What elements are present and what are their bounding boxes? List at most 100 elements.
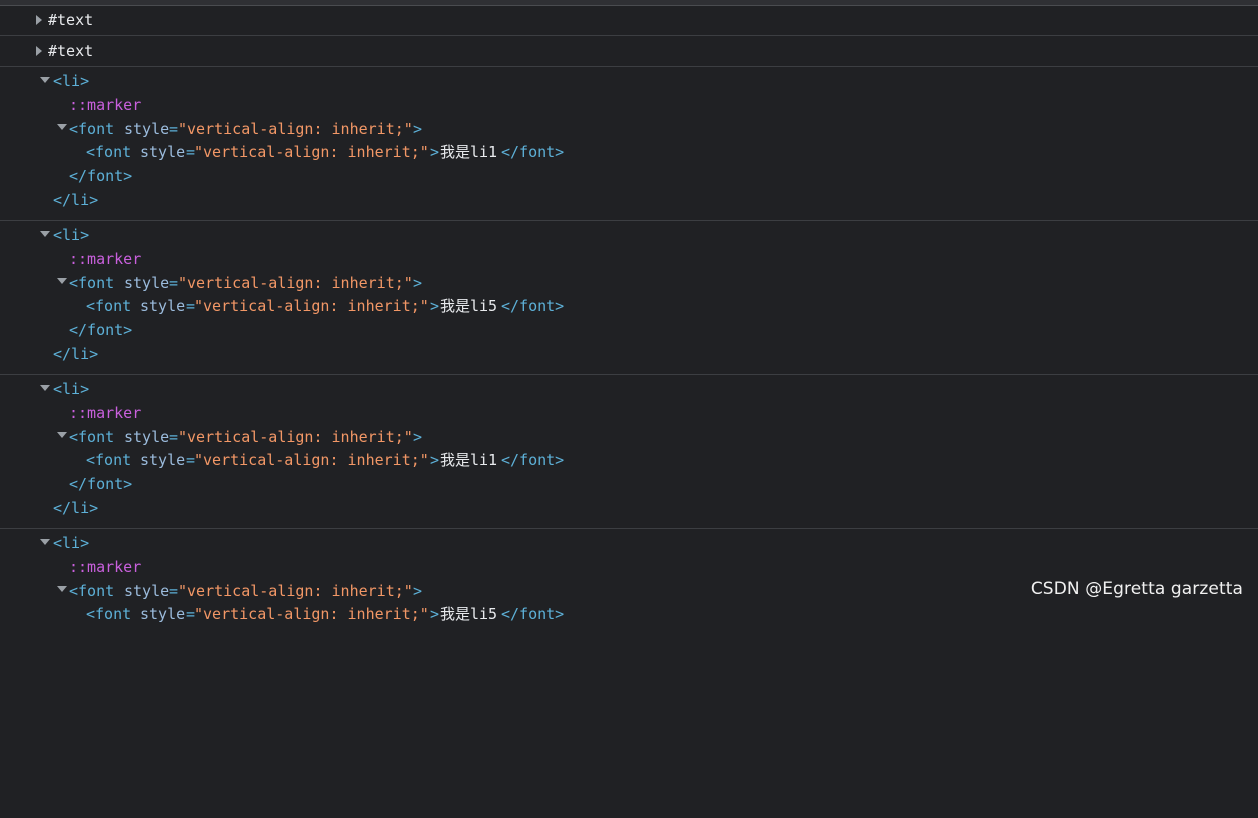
outer-font-close-line[interactable]: </font> bbox=[0, 473, 1258, 497]
li-element[interactable]: <li> ::marker <font style = "vertical-al… bbox=[0, 224, 1258, 375]
text-node[interactable]: #text bbox=[0, 5, 1258, 36]
li-open-line[interactable]: <li> bbox=[0, 70, 1258, 94]
inner-font-line[interactable]: <font style = "vertical-align: inherit;"… bbox=[0, 141, 1258, 165]
marker-line[interactable]: ::marker bbox=[0, 94, 1258, 118]
attr-name: style bbox=[124, 581, 170, 600]
outer-font-close-line[interactable]: </font> bbox=[0, 165, 1258, 189]
marker-pseudo: ::marker bbox=[69, 557, 142, 576]
text-content: 我是li1 bbox=[440, 451, 498, 470]
tag-close-bracket: > bbox=[430, 451, 440, 470]
font-open-tag: <font bbox=[69, 273, 115, 292]
li-open-line[interactable]: <li> bbox=[0, 224, 1258, 248]
attr-value: "vertical-align: inherit;" bbox=[194, 605, 429, 624]
font-close-tag: </font> bbox=[501, 605, 565, 624]
li-open-tag: <li> bbox=[53, 534, 90, 552]
tag-close-bracket: > bbox=[413, 119, 423, 138]
li-open-tag: <li> bbox=[53, 226, 90, 244]
font-open-tag: <font bbox=[69, 427, 115, 446]
attr-value: "vertical-align: inherit;" bbox=[178, 427, 413, 446]
collapse-triangle-down-icon[interactable] bbox=[57, 432, 67, 439]
attr-value: "vertical-align: inherit;" bbox=[194, 143, 429, 162]
inner-font-line[interactable]: <font style = "vertical-align: inherit;"… bbox=[0, 295, 1258, 319]
font-open-tag: <font bbox=[86, 451, 132, 470]
font-open-tag: <font bbox=[86, 297, 132, 316]
attr-name: style bbox=[140, 605, 186, 624]
text-node[interactable]: #text bbox=[0, 36, 1258, 67]
marker-line[interactable]: ::marker bbox=[0, 248, 1258, 272]
li-close-line[interactable]: </li> bbox=[0, 189, 1258, 213]
attr-name: style bbox=[124, 119, 170, 138]
tag-close-bracket: > bbox=[430, 143, 440, 162]
tree-line[interactable]: #text bbox=[0, 5, 1258, 35]
font-open-tag: <font bbox=[86, 143, 132, 162]
font-close-tag: </font> bbox=[69, 167, 133, 186]
font-open-tag: <font bbox=[69, 119, 115, 138]
collapse-triangle-down-icon[interactable] bbox=[40, 384, 50, 391]
text-content: 我是li5 bbox=[440, 605, 498, 624]
marker-line[interactable]: ::marker bbox=[0, 556, 1258, 580]
attr-name: style bbox=[140, 451, 186, 470]
inner-font-line[interactable]: <font style = "vertical-align: inherit;"… bbox=[0, 449, 1258, 473]
attr-eq: = bbox=[169, 119, 179, 138]
li-element[interactable]: <li> ::marker <font style = "vertical-al… bbox=[0, 532, 1258, 683]
font-close-tag: </font> bbox=[501, 143, 565, 162]
tag-close-bracket: > bbox=[413, 581, 423, 600]
font-close-tag: </font> bbox=[501, 451, 565, 470]
font-open-tag: <font bbox=[69, 581, 115, 600]
attr-eq: = bbox=[169, 273, 179, 292]
li-element[interactable]: <li> ::marker <font style = "vertical-al… bbox=[0, 378, 1258, 529]
li-open-tag: <li> bbox=[53, 380, 90, 398]
font-close-tag: </font> bbox=[69, 475, 133, 494]
li-close-line[interactable]: </li> bbox=[0, 497, 1258, 521]
li-element[interactable]: <li> ::marker <font style = "vertical-al… bbox=[0, 70, 1258, 221]
attr-eq: = bbox=[169, 427, 179, 446]
expand-triangle-right-icon[interactable] bbox=[36, 46, 42, 56]
outer-font-open-line[interactable]: <font style = "vertical-align: inherit;"… bbox=[0, 118, 1258, 142]
inner-font-line[interactable]: <font style = "vertical-align: inherit;"… bbox=[0, 603, 1258, 627]
attr-value: "vertical-align: inherit;" bbox=[178, 581, 413, 600]
csdn-watermark: CSDN @Egretta garzetta bbox=[1030, 579, 1243, 599]
attr-value: "vertical-align: inherit;" bbox=[194, 297, 429, 316]
attr-name: style bbox=[140, 297, 186, 316]
li-close-tag: </li> bbox=[53, 344, 99, 363]
font-close-tag: </font> bbox=[501, 297, 565, 316]
tag-close-bracket: > bbox=[430, 605, 440, 624]
collapse-triangle-down-icon[interactable] bbox=[40, 76, 50, 83]
li-open-line[interactable]: <li> bbox=[0, 532, 1258, 556]
collapse-triangle-down-icon[interactable] bbox=[57, 278, 67, 285]
tag-close-bracket: > bbox=[430, 297, 440, 316]
collapse-triangle-down-icon[interactable] bbox=[40, 230, 50, 237]
text-node-label: #text bbox=[48, 42, 94, 60]
attr-value: "vertical-align: inherit;" bbox=[194, 451, 429, 470]
attr-eq: = bbox=[169, 581, 179, 600]
li-close-line[interactable]: </li> bbox=[0, 343, 1258, 367]
attr-value: "vertical-align: inherit;" bbox=[178, 119, 413, 138]
font-open-tag: <font bbox=[86, 605, 132, 624]
marker-line[interactable]: ::marker bbox=[0, 402, 1258, 426]
marker-pseudo: ::marker bbox=[69, 403, 142, 422]
li-open-line[interactable]: <li> bbox=[0, 378, 1258, 402]
attr-name: style bbox=[140, 143, 186, 162]
collapse-triangle-down-icon[interactable] bbox=[57, 586, 67, 593]
li-close-tag: </li> bbox=[53, 498, 99, 517]
attr-name: style bbox=[124, 273, 170, 292]
marker-pseudo: ::marker bbox=[69, 95, 142, 114]
tag-close-bracket: > bbox=[413, 273, 423, 292]
tree-line[interactable]: #text bbox=[0, 36, 1258, 66]
outer-font-close-line[interactable]: </font> bbox=[0, 319, 1258, 343]
outer-font-open-line[interactable]: <font style = "vertical-align: inherit;"… bbox=[0, 272, 1258, 296]
text-node-label: #text bbox=[48, 11, 94, 29]
text-content: 我是li1 bbox=[440, 143, 498, 162]
text-content: 我是li5 bbox=[440, 297, 498, 316]
expand-triangle-right-icon[interactable] bbox=[36, 15, 42, 25]
attr-name: style bbox=[124, 427, 170, 446]
li-close-tag: </li> bbox=[53, 190, 99, 209]
collapse-triangle-down-icon[interactable] bbox=[57, 124, 67, 131]
li-open-tag: <li> bbox=[53, 72, 90, 90]
tag-close-bracket: > bbox=[413, 427, 423, 446]
font-close-tag: </font> bbox=[69, 321, 133, 340]
attr-value: "vertical-align: inherit;" bbox=[178, 273, 413, 292]
collapse-triangle-down-icon[interactable] bbox=[40, 538, 50, 545]
marker-pseudo: ::marker bbox=[69, 249, 142, 268]
outer-font-open-line[interactable]: <font style = "vertical-align: inherit;"… bbox=[0, 426, 1258, 450]
